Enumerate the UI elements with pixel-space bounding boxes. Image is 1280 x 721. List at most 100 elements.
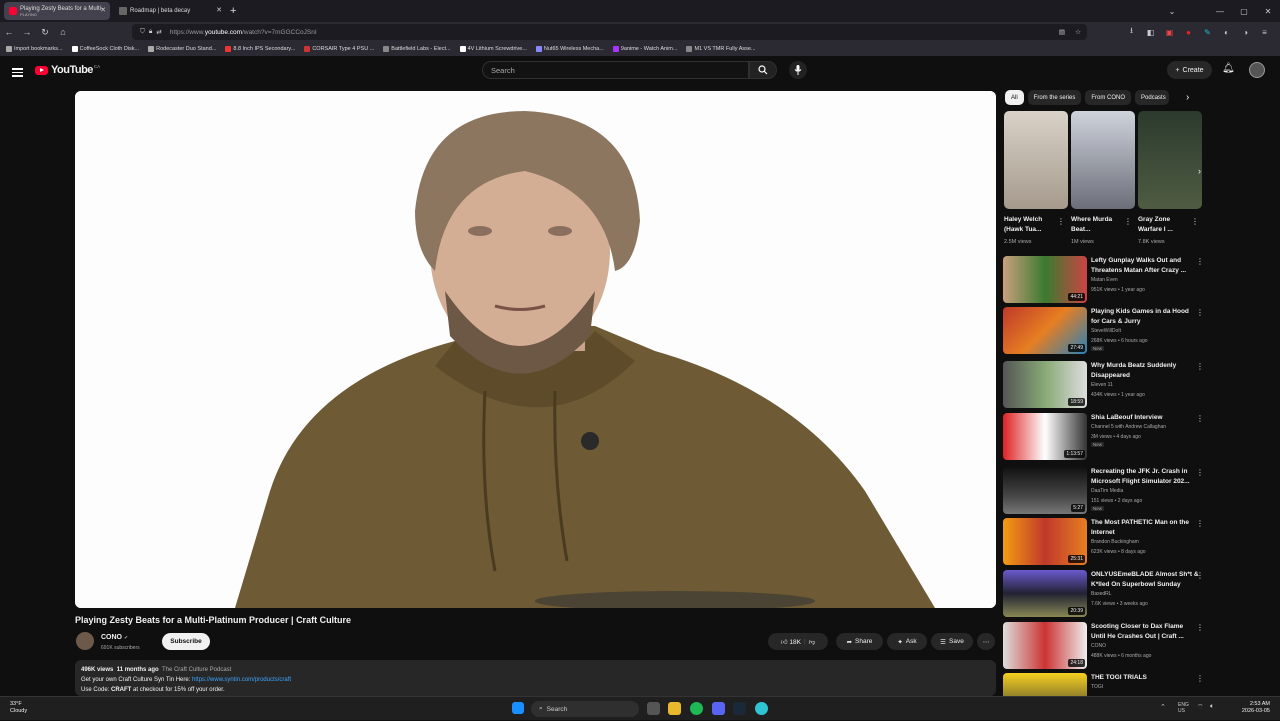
voice-search-button[interactable] xyxy=(789,61,807,79)
recommended-channel[interactable]: Matan Even xyxy=(1091,277,1118,283)
recommended-title[interactable]: The Most PATHETIC Man on the Internet xyxy=(1091,518,1199,538)
more-vertical-icon[interactable]: ⋮ xyxy=(1196,308,1204,317)
file-explorer-icon[interactable] xyxy=(668,702,681,715)
chevron-right-icon[interactable]: › xyxy=(1186,92,1189,103)
recommended-channel[interactable]: Eleven 11 xyxy=(1091,382,1113,388)
account-avatar[interactable] xyxy=(1249,62,1265,78)
playlist-link[interactable]: The Craft Culture Podcast xyxy=(162,667,231,673)
volume-icon[interactable]: 🔈︎ xyxy=(1210,703,1214,711)
new-tab-icon[interactable]: + xyxy=(230,5,236,17)
close-window-icon[interactable]: ✕ xyxy=(1256,7,1280,16)
like-button[interactable]: 👍︎ 18K xyxy=(781,638,801,646)
more-vertical-icon[interactable]: ⋮ xyxy=(1057,217,1065,226)
forward-icon[interactable]: → xyxy=(18,27,36,37)
recommended-channel[interactable]: SteveWillDoIt xyxy=(1091,328,1121,334)
recommended-video[interactable]: 18:59 Why Murda Beatz Suddenly Disappeare… xyxy=(1003,361,1204,409)
shield-icon[interactable]: ⛉ xyxy=(140,28,145,36)
recommended-channel[interactable]: Channel 5 with Andrew Callaghan xyxy=(1091,424,1166,430)
more-vertical-icon[interactable]: ⋮ xyxy=(1196,519,1204,528)
dislike-button[interactable]: 👎︎ xyxy=(809,638,816,646)
short-title[interactable]: Haley Welch (Hawk Tua... xyxy=(1004,215,1059,235)
language-indicator[interactable]: ENG US xyxy=(1178,702,1189,714)
recommended-channel[interactable]: BasedRL xyxy=(1091,591,1112,597)
video-thumbnail[interactable]: 20:39 xyxy=(1003,570,1087,617)
recommended-video[interactable]: 5:27 Recreating the JFK Jr. Crash in Micr… xyxy=(1003,467,1204,515)
bookmark-item[interactable]: 4V Lithium Screwdrive... xyxy=(459,46,527,52)
maximize-icon[interactable]: ▢ xyxy=(1232,7,1256,16)
more-vertical-icon[interactable]: ⋮ xyxy=(1196,362,1204,371)
description-box[interactable]: 496K views 11 months ago The Craft Cultu… xyxy=(75,660,996,696)
recommended-channel[interactable]: DaaTim Media xyxy=(1091,488,1123,494)
reader-view-icon[interactable]: ▤ xyxy=(1059,28,1065,36)
channel-avatar[interactable] xyxy=(76,632,94,650)
pocket-icon[interactable]: ◧ xyxy=(1141,28,1160,37)
video-thumbnail[interactable]: 24:18 xyxy=(1003,622,1087,669)
menu-icon[interactable]: ≡ xyxy=(1255,28,1274,37)
bookmark-item[interactable]: Import bookmarks... xyxy=(6,46,63,52)
short-title[interactable]: Gray Zone Warfare I ... xyxy=(1138,215,1193,235)
bookmark-item[interactable]: Rodecaster Duo Stand... xyxy=(148,46,216,52)
shorts-next-icon[interactable]: › xyxy=(1198,166,1201,176)
recommended-title[interactable]: Shia LaBeouf Interview xyxy=(1091,413,1199,423)
bookmark-item[interactable]: 8.8 Inch IPS Secondary... xyxy=(225,46,295,52)
video-thumbnail[interactable]: 27:49 xyxy=(1003,307,1087,354)
bookmark-item[interactable]: CoffeeSock Cloth Disk... xyxy=(71,46,139,52)
search-button[interactable] xyxy=(749,61,777,79)
recommended-channel[interactable]: CONO xyxy=(1091,643,1106,649)
save-button[interactable]: ☰ Save xyxy=(931,633,973,650)
product-link[interactable]: https://www.syntin.com/products/craft xyxy=(192,677,291,683)
hamburger-menu-icon[interactable] xyxy=(12,66,23,79)
recommended-video[interactable]: 25:31 The Most PATHETIC Man on the Intern… xyxy=(1003,518,1204,566)
chip-podcasts[interactable]: Podcasts xyxy=(1135,90,1170,105)
close-tab-icon[interactable]: ✕ xyxy=(216,6,222,14)
recommended-video[interactable]: 24:18 Scooting Closer to Dax Flame Until … xyxy=(1003,622,1204,670)
video-player[interactable] xyxy=(75,91,996,608)
tab-roadmap[interactable]: Roadmap | beta decay ✕ xyxy=(114,2,226,20)
short-title[interactable]: Where Murda Beat... xyxy=(1071,215,1126,235)
video-thumbnail[interactable]: 5:27 xyxy=(1003,467,1087,514)
chip-all[interactable]: All xyxy=(1005,90,1024,105)
channel-name[interactable]: CONO ✔ xyxy=(101,634,128,641)
recommended-channel[interactable]: Brandon Buckingham xyxy=(1091,539,1139,545)
recommended-video[interactable]: 1:13:57 Shia LaBeouf Interview Channel 5 w… xyxy=(1003,413,1204,461)
short-thumbnail[interactable] xyxy=(1004,111,1068,209)
share-button[interactable]: ➦ Share xyxy=(836,633,883,650)
tab-youtube[interactable]: Playing Zesty Beats for a Multi- PLAYING… xyxy=(4,2,110,20)
recommended-channel[interactable]: TOGI xyxy=(1091,684,1103,690)
recommended-video[interactable]: 20:39 ONLYUSEmeBLADE Almost Sh*t & K*lled… xyxy=(1003,570,1204,618)
more-actions-button[interactable]: ⋯ xyxy=(977,633,995,650)
bookmark-item[interactable]: M1 VS TMR Fully Asse... xyxy=(686,46,756,52)
browser-icon[interactable] xyxy=(755,702,768,715)
bookmark-item[interactable]: Battlefield Labs - Elect... xyxy=(383,46,451,52)
more-vertical-icon[interactable]: ⋮ xyxy=(1191,217,1199,226)
more-vertical-icon[interactable]: ⋮ xyxy=(1124,217,1132,226)
permissions-icon[interactable]: ⇄ xyxy=(156,28,161,36)
recommended-title[interactable]: Recreating the JFK Jr. Crash in Microsof… xyxy=(1091,467,1199,487)
search-input[interactable]: Search xyxy=(482,61,749,79)
extension-icon[interactable]: ● xyxy=(1179,28,1198,37)
lock-icon[interactable]: 🔒︎ xyxy=(149,28,152,36)
recommended-title[interactable]: Lefty Gunplay Walks Out and Threatens Ma… xyxy=(1091,256,1199,276)
video-thumbnail[interactable]: 25:31 xyxy=(1003,518,1087,565)
bookmark-item[interactable]: Nut65 Wireless Mecha... xyxy=(535,46,604,52)
bookmark-item[interactable]: 9anime - Watch Anim... xyxy=(612,46,677,52)
more-vertical-icon[interactable]: ⋮ xyxy=(1196,571,1204,580)
video-thumbnail[interactable]: 18:59 xyxy=(1003,361,1087,408)
more-vertical-icon[interactable]: ⋮ xyxy=(1196,414,1204,423)
recommended-title[interactable]: THE TOGI TRIALS xyxy=(1091,673,1199,683)
close-tab-icon[interactable]: ✕ xyxy=(100,6,106,14)
video-thumbnail[interactable]: 1:13:57 xyxy=(1003,413,1087,460)
short-thumbnail[interactable] xyxy=(1071,111,1135,209)
recommended-video[interactable]: 44:21 Lefty Gunplay Walks Out and Threate… xyxy=(1003,256,1204,304)
recommended-title[interactable]: Playing Kids Games in da Hood for Cars &… xyxy=(1091,307,1199,327)
more-vertical-icon[interactable]: ⋮ xyxy=(1196,674,1204,683)
video-thumbnail[interactable]: 44:21 xyxy=(1003,256,1087,303)
recommended-video[interactable]: 27:49 Playing Kids Games in da Hood for C… xyxy=(1003,307,1204,355)
chip-from-series[interactable]: From the series xyxy=(1027,90,1082,105)
clock[interactable]: 2:53 AM 2026-03-05 xyxy=(1242,701,1270,715)
short-thumbnail[interactable] xyxy=(1138,111,1202,209)
tray-chevron-up-icon[interactable]: ⌃ xyxy=(1160,703,1166,711)
minimize-icon[interactable]: — xyxy=(1208,7,1232,16)
steam-icon[interactable] xyxy=(733,702,746,715)
more-vertical-icon[interactable]: ⋮ xyxy=(1196,468,1204,477)
